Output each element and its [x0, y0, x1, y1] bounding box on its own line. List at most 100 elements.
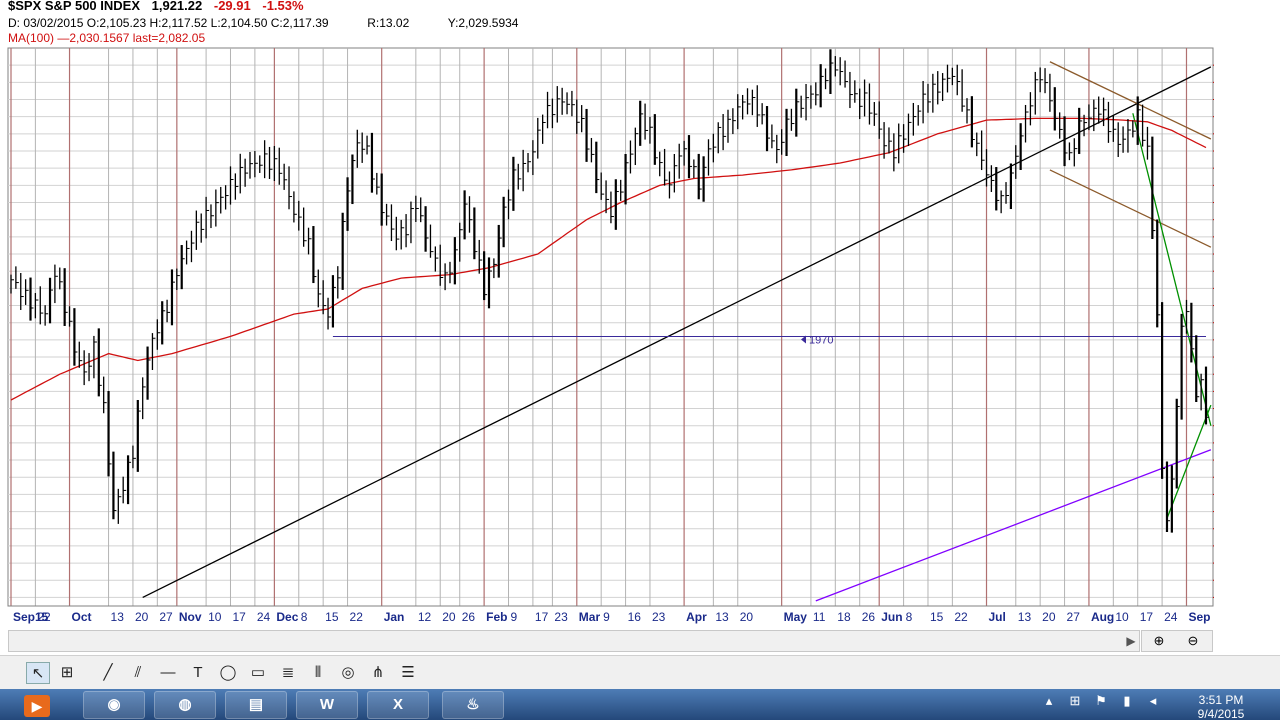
tray-signal-icon[interactable]: ▮ — [1114, 693, 1140, 709]
drawing-toolbar: ↖ ⊞ ╱ ⫽ — T ◯ ▭ ≣ ⫴ ◎ ⋔ ☰ — [0, 655, 1280, 690]
x-tick-label: Aug — [1091, 610, 1114, 624]
list-tool-icon[interactable]: ☰ — [396, 662, 420, 684]
text-tool-icon[interactable]: T — [186, 662, 210, 684]
x-tick-label: 9 — [603, 610, 610, 624]
system-tray: ▴ ⊞ ⚑ ▮ ◂ — [1036, 693, 1166, 709]
x-tick-label: Mar — [579, 610, 601, 624]
crosshair-tool-icon[interactable]: ⊞ — [55, 662, 79, 684]
price-chart[interactable]: 1970 Sep1522 Oct 13 20 27 Nov 10 17 24 Dec 8 15 22 Ja… — [0, 0, 1280, 655]
x-tick-label: 23 — [554, 610, 568, 624]
x-tick-label: 11 — [813, 610, 826, 624]
clock-date: 9/4/2015 — [1197, 707, 1245, 721]
parallel-line-tool-icon[interactable]: ⫽ — [126, 662, 150, 684]
x-tick-label: May — [784, 610, 808, 624]
percent-change: -1.53% — [262, 0, 304, 13]
x-tick-label: 17 — [1140, 610, 1154, 624]
x-tick-label: 16 — [628, 610, 642, 624]
taskbar-firefox[interactable]: ◍ — [154, 691, 216, 719]
price-axis-panel — [1214, 0, 1280, 655]
pointer-tool-icon[interactable]: ↖ — [26, 662, 50, 684]
x-tick-label: Jun — [881, 610, 902, 624]
zoom-out-icon[interactable]: ⊖ — [1176, 631, 1210, 651]
x-tick-label: 20 — [442, 610, 456, 624]
scroll-right-arrow-icon[interactable]: ▶ — [1123, 631, 1139, 651]
zoom-controls: ⊕ ⊖ — [1141, 630, 1213, 652]
cycle-lines-tool-icon[interactable]: ⫴ — [306, 662, 330, 684]
speed-resistance-tool-icon[interactable]: ◎ — [336, 662, 360, 684]
fibonacci-tool-icon[interactable]: ≣ — [276, 662, 300, 684]
taskbar-clock[interactable]: 3:51 PM 9/4/2015 — [1180, 693, 1262, 721]
ma-legend: MA(100) —2,030.1567 last=2,082.05 — [8, 31, 206, 45]
symbol-line: $SPX S&P 500 INDEX 1,921.22 -29.91 -1.53… — [8, 0, 304, 13]
x-tick-label: 13 — [111, 610, 125, 624]
last-price: 1,921.22 — [151, 0, 203, 13]
tray-flag-icon[interactable]: ⚑ — [1088, 693, 1114, 709]
x-tick-label: Sep — [1188, 610, 1210, 624]
x-tick-label: 10 — [208, 610, 222, 624]
plot-area — [7, 47, 1214, 607]
x-tick-label: 15 — [325, 610, 339, 624]
taskbar-word[interactable]: W — [296, 691, 358, 719]
ellipse-tool-icon[interactable]: ◯ — [216, 662, 240, 684]
tray-windows-icon[interactable]: ⊞ — [1062, 693, 1088, 709]
chart-scrollbar[interactable]: ▶ — [8, 630, 1140, 652]
x-tick-label: Dec — [276, 610, 298, 624]
readout-close: C:2,117.39 — [270, 16, 329, 30]
tray-volume-icon[interactable]: ◂ — [1140, 693, 1166, 709]
x-tick-label: 10 — [1115, 610, 1129, 624]
x-tick-label: 13 — [715, 610, 729, 624]
x-tick-label: 24 — [257, 610, 271, 624]
taskbar-chrome[interactable]: ◉ — [83, 691, 145, 719]
readout-r: R:13.02 — [367, 16, 410, 30]
x-axis: Sep1522 Oct 13 20 27 Nov 10 17 24 Dec 8 15 22 Jan 12 20… — [8, 605, 1213, 624]
x-tick-label: 26 — [462, 610, 476, 624]
x-tick-label: 20 — [1042, 610, 1056, 624]
start-button[interactable]: ▶ — [24, 695, 50, 717]
x-tick-label: 22 — [350, 610, 364, 624]
x-tick-label: 23 — [652, 610, 666, 624]
x-tick-label: 8 — [301, 610, 308, 624]
x-tick-label: 13 — [1018, 610, 1032, 624]
x-tick-label: 17 — [535, 610, 549, 624]
x-tick-label: 15 — [930, 610, 944, 624]
pencil-tool-icon[interactable]: ╱ — [96, 662, 120, 684]
x-tick-label: Nov — [179, 610, 202, 624]
x-tick-label: Feb — [486, 610, 507, 624]
x-tick-label: 24 — [1164, 610, 1178, 624]
x-tick-label: Jul — [989, 610, 1006, 624]
x-tick-label: 18 — [837, 610, 851, 624]
x-tick-label: 27 — [1067, 610, 1081, 624]
horizontal-line-tool-icon[interactable]: — — [156, 662, 180, 684]
x-tick-label: Jan — [384, 610, 405, 624]
x-tick-label: Oct — [72, 610, 92, 624]
readout-low: L:2,104.50 — [210, 16, 268, 30]
x-tick-label: 27 — [159, 610, 173, 624]
x-tick-label: 9 — [511, 610, 518, 624]
taskbar-notepad[interactable]: ▤ — [225, 691, 287, 719]
readout-y: Y:2,029.5934 — [447, 16, 519, 30]
x-tick-label: 8 — [906, 610, 913, 624]
price-change: -29.91 — [213, 0, 251, 13]
ohlc-readout: D: 03/02/2015 O:2,105.23 H:2,117.52 L:2,… — [8, 16, 518, 30]
x-tick-label: 12 — [418, 610, 432, 624]
x-tick-label: 22 — [954, 610, 968, 624]
rectangle-tool-icon[interactable]: ▭ — [246, 662, 270, 684]
symbol-name: $SPX S&P 500 INDEX — [8, 0, 140, 13]
andrews-pitchfork-tool-icon[interactable]: ⋔ — [366, 662, 390, 684]
taskbar-excel[interactable]: X — [367, 691, 429, 719]
x-tick-label: 17 — [232, 610, 246, 624]
readout-open: O:2,105.23 — [86, 16, 147, 30]
windows-taskbar: ▶ ◉ ◍ ▤ W X ♨ ▴ ⊞ ⚑ ▮ ◂ 3:51 PM 9/4/2015 — [0, 689, 1280, 721]
readout-high: H:2,117.52 — [149, 16, 208, 30]
x-tick-label: Apr — [686, 610, 707, 624]
x-tick-label: 26 — [862, 610, 876, 624]
zoom-in-icon[interactable]: ⊕ — [1142, 631, 1176, 651]
x-tick-label: 20 — [740, 610, 754, 624]
x-tick-label: 22 — [37, 610, 51, 624]
level-label: 1970 — [809, 334, 833, 346]
taskbar-java[interactable]: ♨ — [442, 691, 504, 719]
chart-grid — [7, 47, 1214, 607]
tray-arrow-icon[interactable]: ▴ — [1036, 693, 1062, 709]
clock-time: 3:51 PM — [1198, 693, 1244, 707]
chart-header: $SPX S&P 500 INDEX 1,921.22 -29.91 -1.53… — [0, 0, 1214, 46]
